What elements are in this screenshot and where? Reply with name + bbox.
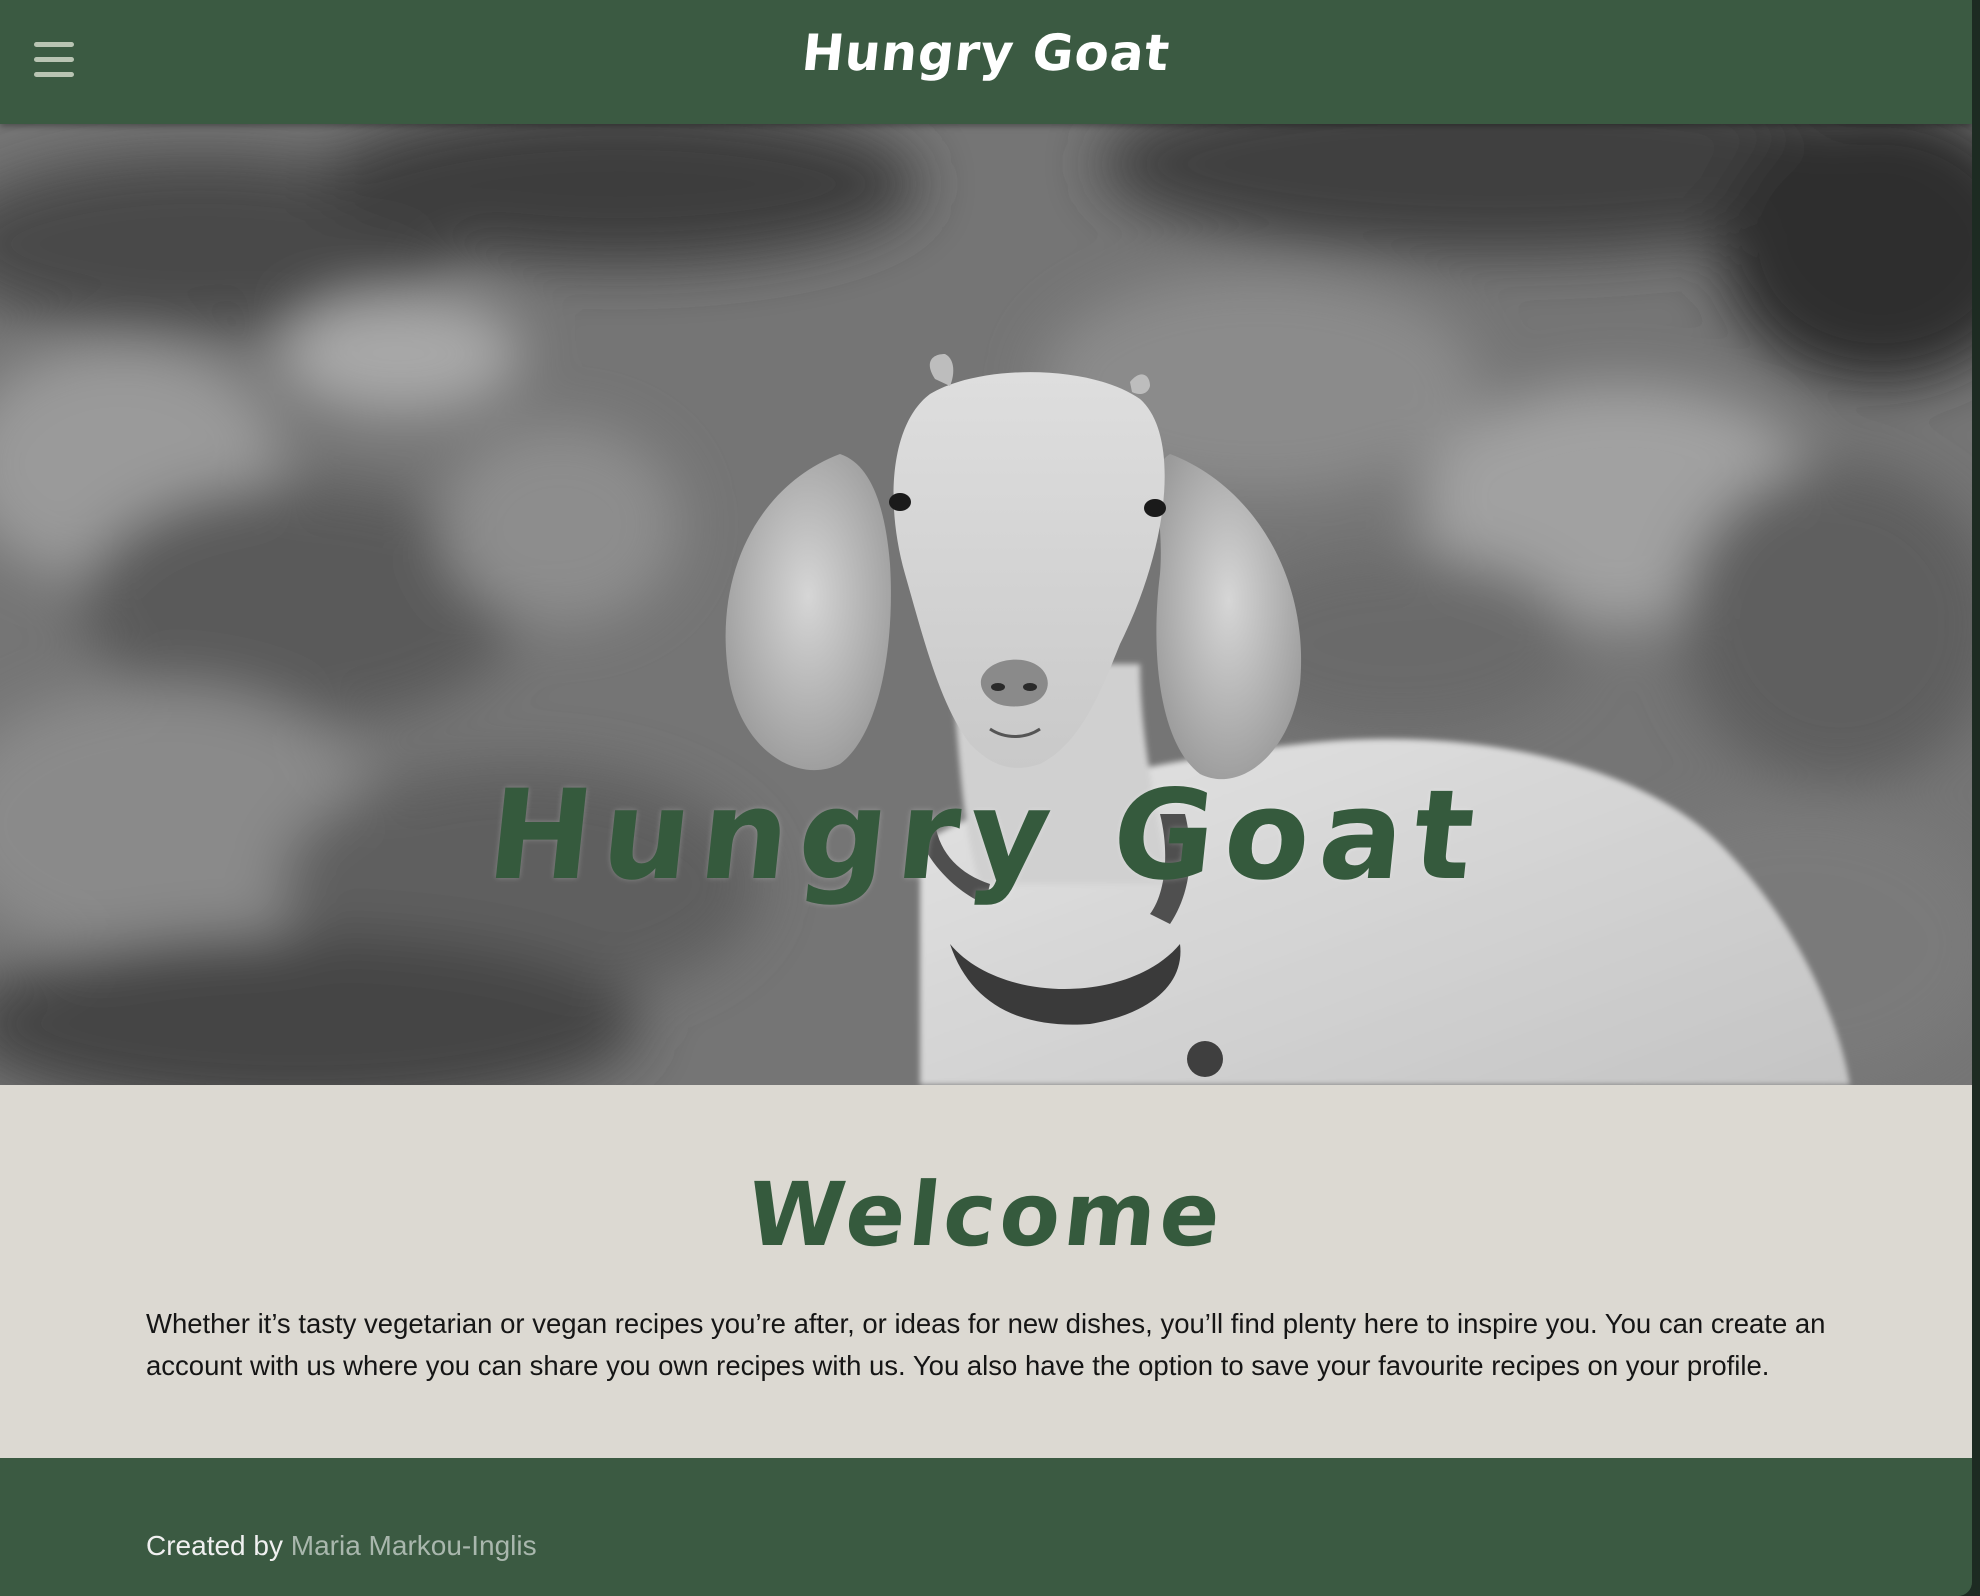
goat-photo	[0, 124, 1972, 1085]
author-link[interactable]: Maria Markou-Inglis	[291, 1530, 537, 1561]
welcome-paragraph: Whether it’s tasty vegetarian or vegan r…	[146, 1308, 1826, 1381]
footer-credit: Created by Maria Markou-Inglis	[146, 1530, 537, 1562]
hero-title: Hungry Goat	[481, 764, 1491, 908]
top-navbar: Hungry Goat	[0, 0, 1972, 124]
welcome-heading: Welcome	[742, 1163, 1230, 1266]
footer-credit-prefix: Created by	[146, 1530, 283, 1561]
welcome-section: Welcome Whether it’s tasty vegetarian or…	[0, 1085, 1972, 1458]
brand-logo-link[interactable]: Hungry Goat	[0, 24, 1972, 82]
page: Hungry Goat Hungry Goat Welcome Whether …	[0, 0, 1972, 1596]
footer: Created by Maria Markou-Inglis	[0, 1458, 1972, 1596]
hero-banner: Hungry Goat	[0, 124, 1972, 1085]
